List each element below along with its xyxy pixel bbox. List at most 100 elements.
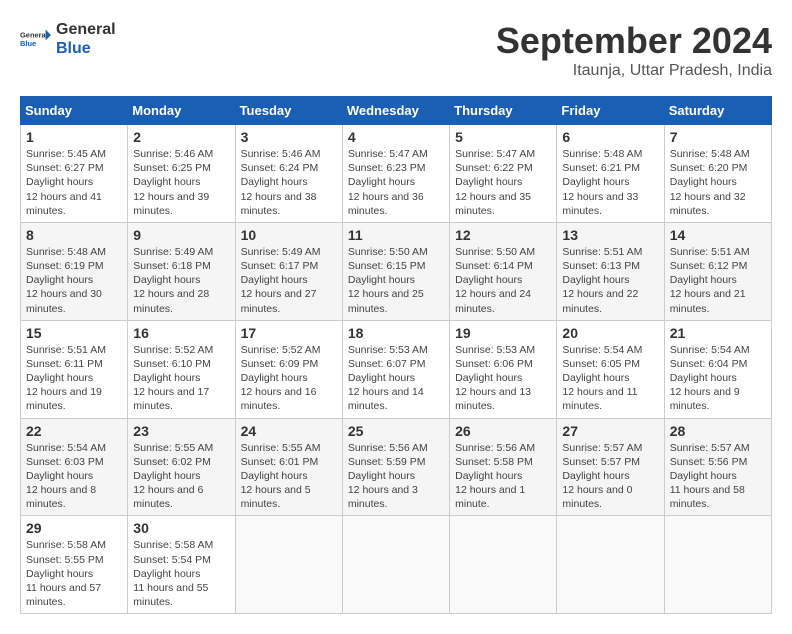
table-row: 9 Sunrise: 5:49 AM Sunset: 6:18 PM Dayli…: [128, 222, 235, 320]
table-row: 5 Sunrise: 5:47 AM Sunset: 6:22 PM Dayli…: [450, 125, 557, 223]
page-header: General Blue General Blue September 2024…: [20, 20, 772, 80]
table-row: 23 Sunrise: 5:55 AM Sunset: 6:02 PM Dayl…: [128, 418, 235, 516]
day-info: Sunrise: 5:48 AM Sunset: 6:19 PM Dayligh…: [26, 245, 122, 316]
logo-icon: General Blue: [20, 23, 52, 55]
table-row: [450, 516, 557, 614]
table-row: 27 Sunrise: 5:57 AM Sunset: 5:57 PM Dayl…: [557, 418, 664, 516]
day-info: Sunrise: 5:49 AM Sunset: 6:17 PM Dayligh…: [241, 245, 337, 316]
logo-blue: Blue: [56, 39, 116, 58]
day-info: Sunrise: 5:45 AM Sunset: 6:27 PM Dayligh…: [26, 147, 122, 218]
day-info: Sunrise: 5:57 AM Sunset: 5:56 PM Dayligh…: [670, 441, 766, 512]
day-info: Sunrise: 5:55 AM Sunset: 6:02 PM Dayligh…: [133, 441, 229, 512]
day-info: Sunrise: 5:53 AM Sunset: 6:07 PM Dayligh…: [348, 343, 444, 414]
table-row: 19 Sunrise: 5:53 AM Sunset: 6:06 PM Dayl…: [450, 320, 557, 418]
logo-general: General: [56, 20, 116, 39]
calendar-row: 1 Sunrise: 5:45 AM Sunset: 6:27 PM Dayli…: [21, 125, 772, 223]
table-row: 12 Sunrise: 5:50 AM Sunset: 6:14 PM Dayl…: [450, 222, 557, 320]
day-number: 10: [241, 227, 337, 243]
day-number: 25: [348, 423, 444, 439]
day-info: Sunrise: 5:47 AM Sunset: 6:23 PM Dayligh…: [348, 147, 444, 218]
day-number: 23: [133, 423, 229, 439]
day-info: Sunrise: 5:58 AM Sunset: 5:54 PM Dayligh…: [133, 538, 229, 609]
day-number: 27: [562, 423, 658, 439]
table-row: [235, 516, 342, 614]
col-saturday: Saturday: [664, 97, 771, 125]
table-row: 11 Sunrise: 5:50 AM Sunset: 6:15 PM Dayl…: [342, 222, 449, 320]
day-info: Sunrise: 5:52 AM Sunset: 6:10 PM Dayligh…: [133, 343, 229, 414]
calendar-header-row: Sunday Monday Tuesday Wednesday Thursday…: [21, 97, 772, 125]
day-number: 26: [455, 423, 551, 439]
day-info: Sunrise: 5:58 AM Sunset: 5:55 PM Dayligh…: [26, 538, 122, 609]
day-number: 9: [133, 227, 229, 243]
day-info: Sunrise: 5:56 AM Sunset: 5:58 PM Dayligh…: [455, 441, 551, 512]
calendar-row: 8 Sunrise: 5:48 AM Sunset: 6:19 PM Dayli…: [21, 222, 772, 320]
day-number: 5: [455, 129, 551, 145]
day-info: Sunrise: 5:54 AM Sunset: 6:04 PM Dayligh…: [670, 343, 766, 414]
day-number: 4: [348, 129, 444, 145]
table-row: 30 Sunrise: 5:58 AM Sunset: 5:54 PM Dayl…: [128, 516, 235, 614]
day-number: 15: [26, 325, 122, 341]
col-wednesday: Wednesday: [342, 97, 449, 125]
day-number: 20: [562, 325, 658, 341]
day-info: Sunrise: 5:52 AM Sunset: 6:09 PM Dayligh…: [241, 343, 337, 414]
calendar-row: 29 Sunrise: 5:58 AM Sunset: 5:55 PM Dayl…: [21, 516, 772, 614]
day-info: Sunrise: 5:46 AM Sunset: 6:25 PM Dayligh…: [133, 147, 229, 218]
day-number: 16: [133, 325, 229, 341]
table-row: 20 Sunrise: 5:54 AM Sunset: 6:05 PM Dayl…: [557, 320, 664, 418]
col-tuesday: Tuesday: [235, 97, 342, 125]
logo: General Blue General Blue: [20, 20, 116, 58]
table-row: 21 Sunrise: 5:54 AM Sunset: 6:04 PM Dayl…: [664, 320, 771, 418]
day-number: 21: [670, 325, 766, 341]
calendar-table: Sunday Monday Tuesday Wednesday Thursday…: [20, 96, 772, 614]
day-number: 12: [455, 227, 551, 243]
day-info: Sunrise: 5:51 AM Sunset: 6:13 PM Dayligh…: [562, 245, 658, 316]
day-info: Sunrise: 5:53 AM Sunset: 6:06 PM Dayligh…: [455, 343, 551, 414]
table-row: 2 Sunrise: 5:46 AM Sunset: 6:25 PM Dayli…: [128, 125, 235, 223]
col-friday: Friday: [557, 97, 664, 125]
day-info: Sunrise: 5:49 AM Sunset: 6:18 PM Dayligh…: [133, 245, 229, 316]
table-row: 10 Sunrise: 5:49 AM Sunset: 6:17 PM Dayl…: [235, 222, 342, 320]
table-row: 4 Sunrise: 5:47 AM Sunset: 6:23 PM Dayli…: [342, 125, 449, 223]
day-info: Sunrise: 5:48 AM Sunset: 6:21 PM Dayligh…: [562, 147, 658, 218]
table-row: 15 Sunrise: 5:51 AM Sunset: 6:11 PM Dayl…: [21, 320, 128, 418]
day-info: Sunrise: 5:55 AM Sunset: 6:01 PM Dayligh…: [241, 441, 337, 512]
day-number: 7: [670, 129, 766, 145]
col-sunday: Sunday: [21, 97, 128, 125]
day-number: 2: [133, 129, 229, 145]
day-info: Sunrise: 5:47 AM Sunset: 6:22 PM Dayligh…: [455, 147, 551, 218]
day-info: Sunrise: 5:50 AM Sunset: 6:15 PM Dayligh…: [348, 245, 444, 316]
table-row: 22 Sunrise: 5:54 AM Sunset: 6:03 PM Dayl…: [21, 418, 128, 516]
day-info: Sunrise: 5:48 AM Sunset: 6:20 PM Dayligh…: [670, 147, 766, 218]
day-info: Sunrise: 5:54 AM Sunset: 6:03 PM Dayligh…: [26, 441, 122, 512]
table-row: 26 Sunrise: 5:56 AM Sunset: 5:58 PM Dayl…: [450, 418, 557, 516]
day-info: Sunrise: 5:46 AM Sunset: 6:24 PM Dayligh…: [241, 147, 337, 218]
table-row: 18 Sunrise: 5:53 AM Sunset: 6:07 PM Dayl…: [342, 320, 449, 418]
day-number: 14: [670, 227, 766, 243]
table-row: 28 Sunrise: 5:57 AM Sunset: 5:56 PM Dayl…: [664, 418, 771, 516]
col-monday: Monday: [128, 97, 235, 125]
day-number: 8: [26, 227, 122, 243]
table-row: 6 Sunrise: 5:48 AM Sunset: 6:21 PM Dayli…: [557, 125, 664, 223]
title-block: September 2024 Itaunja, Uttar Pradesh, I…: [496, 20, 772, 80]
table-row: 1 Sunrise: 5:45 AM Sunset: 6:27 PM Dayli…: [21, 125, 128, 223]
calendar-row: 22 Sunrise: 5:54 AM Sunset: 6:03 PM Dayl…: [21, 418, 772, 516]
table-row: 17 Sunrise: 5:52 AM Sunset: 6:09 PM Dayl…: [235, 320, 342, 418]
table-row: 14 Sunrise: 5:51 AM Sunset: 6:12 PM Dayl…: [664, 222, 771, 320]
svg-text:Blue: Blue: [20, 39, 36, 48]
table-row: 29 Sunrise: 5:58 AM Sunset: 5:55 PM Dayl…: [21, 516, 128, 614]
table-row: 8 Sunrise: 5:48 AM Sunset: 6:19 PM Dayli…: [21, 222, 128, 320]
day-number: 11: [348, 227, 444, 243]
calendar-row: 15 Sunrise: 5:51 AM Sunset: 6:11 PM Dayl…: [21, 320, 772, 418]
day-info: Sunrise: 5:51 AM Sunset: 6:11 PM Dayligh…: [26, 343, 122, 414]
col-thursday: Thursday: [450, 97, 557, 125]
day-info: Sunrise: 5:51 AM Sunset: 6:12 PM Dayligh…: [670, 245, 766, 316]
day-number: 28: [670, 423, 766, 439]
day-number: 6: [562, 129, 658, 145]
day-number: 3: [241, 129, 337, 145]
svg-text:General: General: [20, 31, 48, 40]
month-title: September 2024: [496, 20, 772, 62]
day-number: 24: [241, 423, 337, 439]
location-title: Itaunja, Uttar Pradesh, India: [496, 62, 772, 80]
table-row: 24 Sunrise: 5:55 AM Sunset: 6:01 PM Dayl…: [235, 418, 342, 516]
day-number: 30: [133, 520, 229, 536]
